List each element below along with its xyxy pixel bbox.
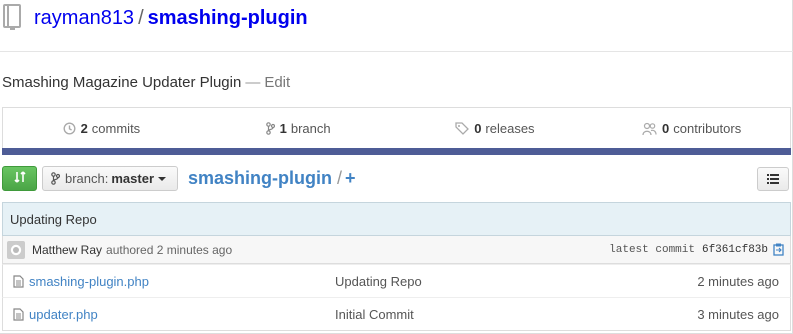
repo-stats-bar: 2 commits 1 branch 0 releases 0 contributors bbox=[2, 107, 791, 149]
branch-prefix: branch: bbox=[65, 171, 109, 186]
file-name-link[interactable]: smashing-plugin.php bbox=[29, 274, 335, 289]
commit-message-text: Updating Repo bbox=[10, 211, 97, 227]
repo-name-link[interactable]: smashing-plugin bbox=[148, 7, 308, 29]
stat-contributors-label: contributors bbox=[673, 121, 742, 136]
stat-releases[interactable]: 0 releases bbox=[397, 108, 594, 149]
repo-book-icon bbox=[2, 4, 22, 30]
stat-releases-label: releases bbox=[485, 121, 535, 136]
file-name-link[interactable]: updater.php bbox=[29, 307, 335, 322]
breadcrumb: smashing-plugin / + bbox=[188, 166, 356, 190]
file-icon bbox=[3, 274, 29, 288]
repo-header: rayman813/smashing-plugin bbox=[0, 0, 793, 52]
file-commit-message[interactable]: Updating Repo bbox=[335, 274, 697, 289]
stat-contributors[interactable]: 0 contributors bbox=[593, 108, 790, 149]
stat-branches-count: 1 bbox=[279, 121, 287, 136]
branch-name: master bbox=[111, 171, 155, 186]
description-dash: — bbox=[245, 74, 261, 91]
list-view-button[interactable] bbox=[757, 167, 789, 191]
list-icon bbox=[767, 172, 779, 187]
people-icon bbox=[642, 122, 657, 136]
stat-contributors-count: 0 bbox=[662, 121, 670, 136]
latest-commit-label: latest commit bbox=[609, 243, 695, 256]
file-icon bbox=[3, 307, 29, 321]
avatar[interactable] bbox=[7, 240, 25, 259]
table-row[interactable]: smashing-plugin.php Updating Repo 2 minu… bbox=[2, 264, 791, 298]
add-file-button[interactable]: + bbox=[345, 168, 356, 188]
stat-branches[interactable]: 1 branch bbox=[200, 108, 397, 149]
repo-description: Smashing Magazine Updater Plugin — Edit bbox=[2, 74, 290, 91]
title-separator: / bbox=[138, 7, 144, 29]
file-age: 2 minutes ago bbox=[697, 273, 779, 289]
stat-branches-label: branch bbox=[290, 121, 331, 136]
stat-commits[interactable]: 2 commits bbox=[3, 108, 200, 149]
compare-review-button[interactable] bbox=[2, 166, 37, 191]
stat-releases-count: 0 bbox=[474, 121, 482, 136]
chevron-down-icon bbox=[158, 176, 167, 181]
edit-description-link[interactable]: Edit bbox=[264, 74, 290, 91]
language-bar[interactable] bbox=[2, 148, 791, 155]
compare-icon bbox=[13, 170, 27, 187]
table-row[interactable]: updater.php Initial Commit 3 minutes ago bbox=[2, 297, 791, 331]
tag-icon bbox=[455, 122, 470, 135]
description-text: Smashing Magazine Updater Plugin bbox=[2, 74, 242, 91]
commit-meta-row: Matthew Ray authored 2 minutes ago latest… bbox=[2, 236, 791, 264]
history-icon bbox=[63, 122, 76, 135]
file-age: 3 minutes ago bbox=[697, 306, 779, 322]
branch-icon bbox=[265, 122, 275, 135]
repo-owner-link[interactable]: rayman813 bbox=[34, 7, 134, 29]
repo-title: rayman813/smashing-plugin bbox=[34, 6, 308, 30]
commit-author-link[interactable]: Matthew Ray bbox=[32, 243, 102, 257]
branch-icon bbox=[51, 172, 60, 185]
breadcrumb-slash: / bbox=[337, 168, 343, 188]
commit-authored-text: authored 2 minutes ago bbox=[106, 242, 233, 257]
branch-selector[interactable]: branch: master bbox=[42, 166, 178, 191]
stat-commits-label: commits bbox=[91, 121, 141, 136]
breadcrumb-root-link[interactable]: smashing-plugin bbox=[188, 168, 332, 188]
file-commit-message[interactable]: Initial Commit bbox=[335, 307, 697, 322]
stat-commits-count: 2 bbox=[80, 121, 88, 136]
clipboard-icon[interactable] bbox=[773, 243, 784, 256]
latest-commit-message[interactable]: Updating Repo bbox=[2, 202, 791, 236]
commit-sha-link[interactable]: 6f361cf83b bbox=[702, 244, 768, 256]
